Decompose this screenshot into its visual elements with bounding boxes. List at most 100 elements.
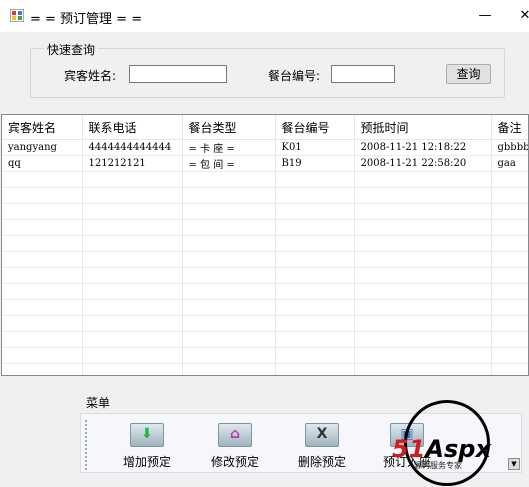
- empty-cell: [275, 203, 355, 220]
- cell[interactable]: yangyang: [2, 139, 83, 156]
- empty-cell: [354, 235, 492, 252]
- empty-row: [2, 251, 528, 268]
- cell[interactable]: gbbbbb: [491, 139, 528, 156]
- empty-cell: [354, 219, 492, 236]
- empty-cell: [354, 203, 492, 220]
- column-header[interactable]: 宾客姓名: [2, 115, 83, 140]
- empty-cell: [491, 347, 528, 364]
- table-no-input[interactable]: [331, 65, 395, 83]
- empty-cell: [491, 331, 528, 348]
- empty-cell: [182, 331, 276, 348]
- cell[interactable]: = 卡 座 =: [182, 139, 276, 156]
- empty-cell: [82, 235, 183, 252]
- watermark-logo: 51Aspx 源码服务专家: [392, 400, 512, 487]
- empty-cell: [82, 219, 183, 236]
- empty-cell: [82, 283, 183, 300]
- empty-cell: [275, 235, 355, 252]
- empty-cell: [82, 187, 183, 204]
- empty-cell: [82, 203, 183, 220]
- delete-reservation-label: 删除预定: [297, 455, 346, 469]
- delete-x-icon: X: [305, 423, 339, 447]
- table-row[interactable]: qq 121212121 = 包 间 = B19 2008-11-21 22:5…: [2, 155, 528, 172]
- cell[interactable]: gaa: [491, 155, 528, 172]
- empty-cell: [182, 299, 276, 316]
- empty-cell: [354, 315, 492, 332]
- add-reservation-button[interactable]: ⬇ 增加预定: [106, 420, 188, 472]
- cell[interactable]: 4444444444444: [82, 139, 183, 156]
- empty-cell: [2, 331, 83, 348]
- empty-cell: [2, 363, 83, 375]
- table-no-label: 餐台编号:: [268, 69, 321, 83]
- empty-cell: [354, 187, 492, 204]
- table-row[interactable]: yangyang 4444444444444 = 卡 座 = K01 2008-…: [2, 139, 528, 156]
- empty-cell: [182, 267, 276, 284]
- empty-cell: [82, 363, 183, 375]
- empty-cell: [82, 267, 183, 284]
- close-button[interactable]: ✕: [510, 0, 529, 32]
- empty-cell: [2, 267, 83, 284]
- empty-cell: [354, 363, 492, 375]
- empty-cell: [491, 251, 528, 268]
- reservation-grid[interactable]: 宾客姓名 联系电话 餐台类型 餐台编号 预抵时间 备注 yangyang 444…: [1, 114, 529, 376]
- empty-cell: [2, 171, 83, 188]
- empty-cell: [354, 347, 492, 364]
- empty-cell: [491, 219, 528, 236]
- empty-cell: [82, 347, 183, 364]
- empty-cell: [491, 283, 528, 300]
- app-icon: [10, 9, 24, 22]
- edit-reservation-button[interactable]: ⌂ 修改预定: [194, 420, 276, 472]
- empty-row: [2, 171, 528, 188]
- empty-row: [2, 187, 528, 204]
- empty-cell: [182, 219, 276, 236]
- empty-cell: [275, 363, 355, 375]
- empty-cell: [182, 203, 276, 220]
- empty-cell: [275, 267, 355, 284]
- empty-row: [2, 267, 528, 284]
- empty-row: [2, 331, 528, 348]
- menu-label: 菜单: [84, 394, 113, 411]
- empty-cell: [82, 299, 183, 316]
- empty-cell: [182, 347, 276, 364]
- cell[interactable]: = 包 间 =: [182, 155, 276, 172]
- query-button[interactable]: 查询: [446, 64, 491, 84]
- edit-house-icon: ⌂: [218, 423, 252, 447]
- cell[interactable]: qq: [2, 155, 83, 172]
- empty-cell: [2, 187, 83, 204]
- column-header[interactable]: 备注: [491, 115, 528, 140]
- guest-name-input[interactable]: [129, 65, 227, 83]
- column-header[interactable]: 餐台编号: [275, 115, 355, 140]
- empty-cell: [182, 171, 276, 188]
- cell[interactable]: 2008-11-21 22:58:20: [354, 155, 492, 172]
- empty-cell: [491, 187, 528, 204]
- cell[interactable]: K01: [275, 139, 355, 156]
- empty-cell: [2, 283, 83, 300]
- empty-cell: [354, 299, 492, 316]
- cell[interactable]: 121212121: [82, 155, 183, 172]
- empty-cell: [275, 315, 355, 332]
- guest-name-label: 宾客姓名:: [64, 69, 117, 83]
- delete-reservation-button[interactable]: X 删除预定: [281, 420, 363, 472]
- empty-cell: [2, 299, 83, 316]
- cell[interactable]: B19: [275, 155, 355, 172]
- window-title: = = 预订管理 = =: [30, 12, 143, 27]
- empty-cell: [2, 219, 83, 236]
- empty-cell: [275, 251, 355, 268]
- empty-cell: [182, 315, 276, 332]
- empty-cell: [491, 171, 528, 188]
- column-header[interactable]: 预抵时间: [354, 115, 492, 140]
- minimize-button[interactable]: —: [462, 0, 508, 32]
- empty-cell: [275, 331, 355, 348]
- grid-header-row: 宾客姓名 联系电话 餐台类型 餐台编号 预抵时间 备注: [2, 115, 528, 140]
- empty-cell: [2, 235, 83, 252]
- empty-cell: [491, 363, 528, 375]
- empty-cell: [275, 219, 355, 236]
- quick-search-label: 快速查询: [44, 41, 99, 58]
- empty-cell: [182, 187, 276, 204]
- column-header[interactable]: 餐台类型: [182, 115, 276, 140]
- column-header[interactable]: 联系电话: [82, 115, 183, 140]
- toolstrip-grip[interactable]: [85, 420, 89, 470]
- empty-cell: [354, 251, 492, 268]
- empty-cell: [182, 251, 276, 268]
- empty-cell: [82, 171, 183, 188]
- cell[interactable]: 2008-11-21 12:18:22: [354, 139, 492, 156]
